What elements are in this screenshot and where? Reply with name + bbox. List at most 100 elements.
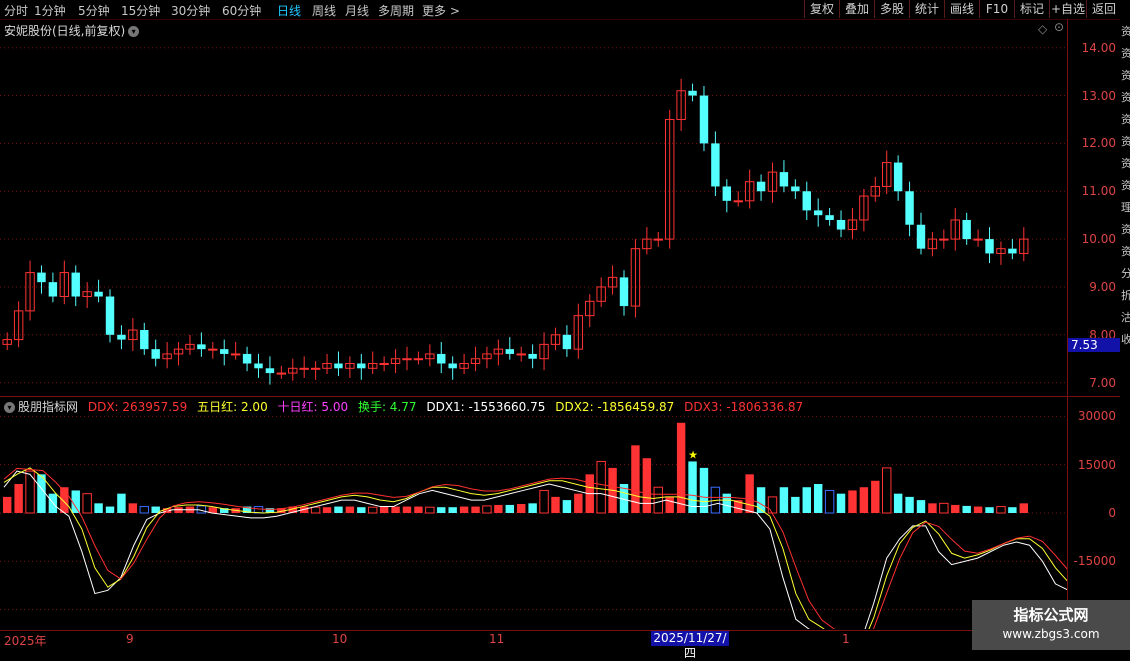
price-tick: 10.00 [1081, 232, 1116, 247]
ddx-bar [494, 504, 503, 513]
tab-more[interactable]: 更多 > [422, 2, 460, 19]
ddx-bar [916, 500, 926, 513]
ddx-bar [368, 506, 378, 514]
candle-body [242, 353, 252, 364]
right-side-panel[interactable]: 资资资资资资资资理资资分折沽收 [1120, 19, 1130, 650]
side-panel-char: 资 [1121, 91, 1130, 104]
side-panel-char: 资 [1121, 223, 1130, 236]
candle-body [916, 224, 926, 249]
ddx-bar [813, 484, 823, 513]
candle-body [357, 363, 366, 369]
ddx2-line [3, 467, 1068, 629]
ddx-bar [471, 506, 480, 513]
side-panel-char: 资 [1121, 157, 1130, 170]
ddx-bar [951, 504, 960, 513]
ddx-bar [642, 458, 652, 513]
candle-body [893, 162, 903, 192]
side-panel-char: 理 [1121, 201, 1130, 214]
candle-body [973, 238, 983, 241]
ddx-bar [973, 506, 983, 513]
candle-body [197, 344, 206, 350]
chevron-down-icon[interactable]: ▾ [4, 402, 15, 413]
fuquan-button[interactable]: 复权 [804, 0, 839, 18]
multi-stock-button[interactable]: 多股 [874, 0, 909, 18]
side-panel-char: 折 [1121, 289, 1130, 302]
side-panel-char: 资 [1121, 135, 1130, 148]
indicator-tick: 30000 [1077, 409, 1116, 424]
tab-monthly[interactable]: 月线 [345, 2, 369, 19]
tab-weekly[interactable]: 周线 [312, 2, 336, 19]
candle-body [905, 191, 914, 225]
candle-body [37, 272, 46, 283]
ddx-bar [539, 489, 549, 514]
candle-body [254, 363, 263, 369]
price-tick: 13.00 [1081, 88, 1116, 103]
tab-multi-period[interactable]: 多周期 [378, 2, 414, 19]
candle-body [962, 219, 971, 240]
ddx-bar [791, 496, 800, 513]
candle-body [448, 363, 457, 369]
ddx-value: DDX: 263957.59 [87, 400, 188, 414]
candle-body [299, 367, 309, 370]
ddx-bar [905, 496, 914, 513]
ddx-bar [425, 506, 435, 514]
mark-button[interactable]: 标记 [1014, 0, 1049, 18]
side-panel-char: 资 [1121, 69, 1130, 82]
ddx-bar [859, 487, 869, 513]
candle-body [94, 291, 103, 297]
candle-body [71, 272, 80, 297]
axis-divider [1067, 19, 1068, 631]
side-panel-char: 资 [1121, 25, 1130, 38]
stats-button[interactable]: 统计 [909, 0, 944, 18]
ddx-bar [14, 484, 23, 513]
date-axis-line [0, 630, 1120, 631]
date-label: 1 [842, 632, 850, 646]
tab-fenshi[interactable]: 分时 [4, 2, 28, 19]
add-watchlist-button[interactable]: +自选 [1049, 0, 1086, 18]
date-label: 2025年 [4, 634, 47, 648]
tab-30min[interactable]: 30分钟 [171, 2, 210, 19]
draw-line-button[interactable]: 画线 [944, 0, 979, 18]
candle-body [779, 172, 789, 187]
candle-body [733, 200, 743, 203]
ddx-bar [345, 506, 355, 513]
ddx-bar [574, 493, 583, 513]
tab-60min[interactable]: 60分钟 [222, 2, 261, 19]
price-tick: 11.00 [1081, 184, 1116, 199]
tab-1min[interactable]: 1分钟 [34, 2, 66, 19]
wuri-value: 五日红: 2.00 [197, 400, 268, 414]
ddx-bar [459, 506, 469, 513]
back-button[interactable]: 返回 [1086, 0, 1121, 18]
ddx-bar [517, 503, 526, 513]
candle-body [413, 358, 424, 361]
indicator-name[interactable]: 股朋指标网 [18, 400, 78, 414]
price-tick: 7.00 [1089, 375, 1116, 390]
watermark-url: www.zbgs3.com [1002, 627, 1100, 641]
ddx-bar [882, 467, 892, 514]
ddx3-line [3, 467, 1068, 629]
overlay-button[interactable]: 叠加 [839, 0, 874, 18]
ddx-bar [928, 503, 937, 513]
candle-body [791, 186, 800, 192]
f10-button[interactable]: F10 [979, 0, 1014, 18]
indicator-tick: -15000 [1073, 554, 1116, 569]
current-price-tag: 7.53 [1068, 338, 1123, 352]
period-toolbar: 分时 1分钟 5分钟 15分钟 30分钟 60分钟 日线 周线 月线 多周期 更… [0, 0, 1130, 20]
watermark-title: 指标公式网 [1013, 606, 1089, 624]
indicator-chart: ★ [0, 415, 1068, 629]
ddx-bar [82, 493, 92, 514]
candle-body [230, 353, 241, 356]
tab-5min[interactable]: 5分钟 [78, 2, 110, 19]
candle-body [276, 372, 287, 375]
ddx-bar [379, 506, 389, 513]
candle-body [437, 353, 446, 364]
candle-body [653, 238, 663, 241]
tab-15min[interactable]: 15分钟 [121, 2, 160, 19]
date-label: 10 [332, 632, 348, 646]
ddx2-value: DDX2: -1856459.87 [555, 400, 675, 414]
tab-daily[interactable]: 日线 [277, 2, 301, 19]
candle-body [505, 349, 514, 354]
indicator-tick: 0 [1108, 506, 1116, 520]
ddx-bar [665, 496, 674, 513]
ddx-bar [139, 506, 149, 514]
